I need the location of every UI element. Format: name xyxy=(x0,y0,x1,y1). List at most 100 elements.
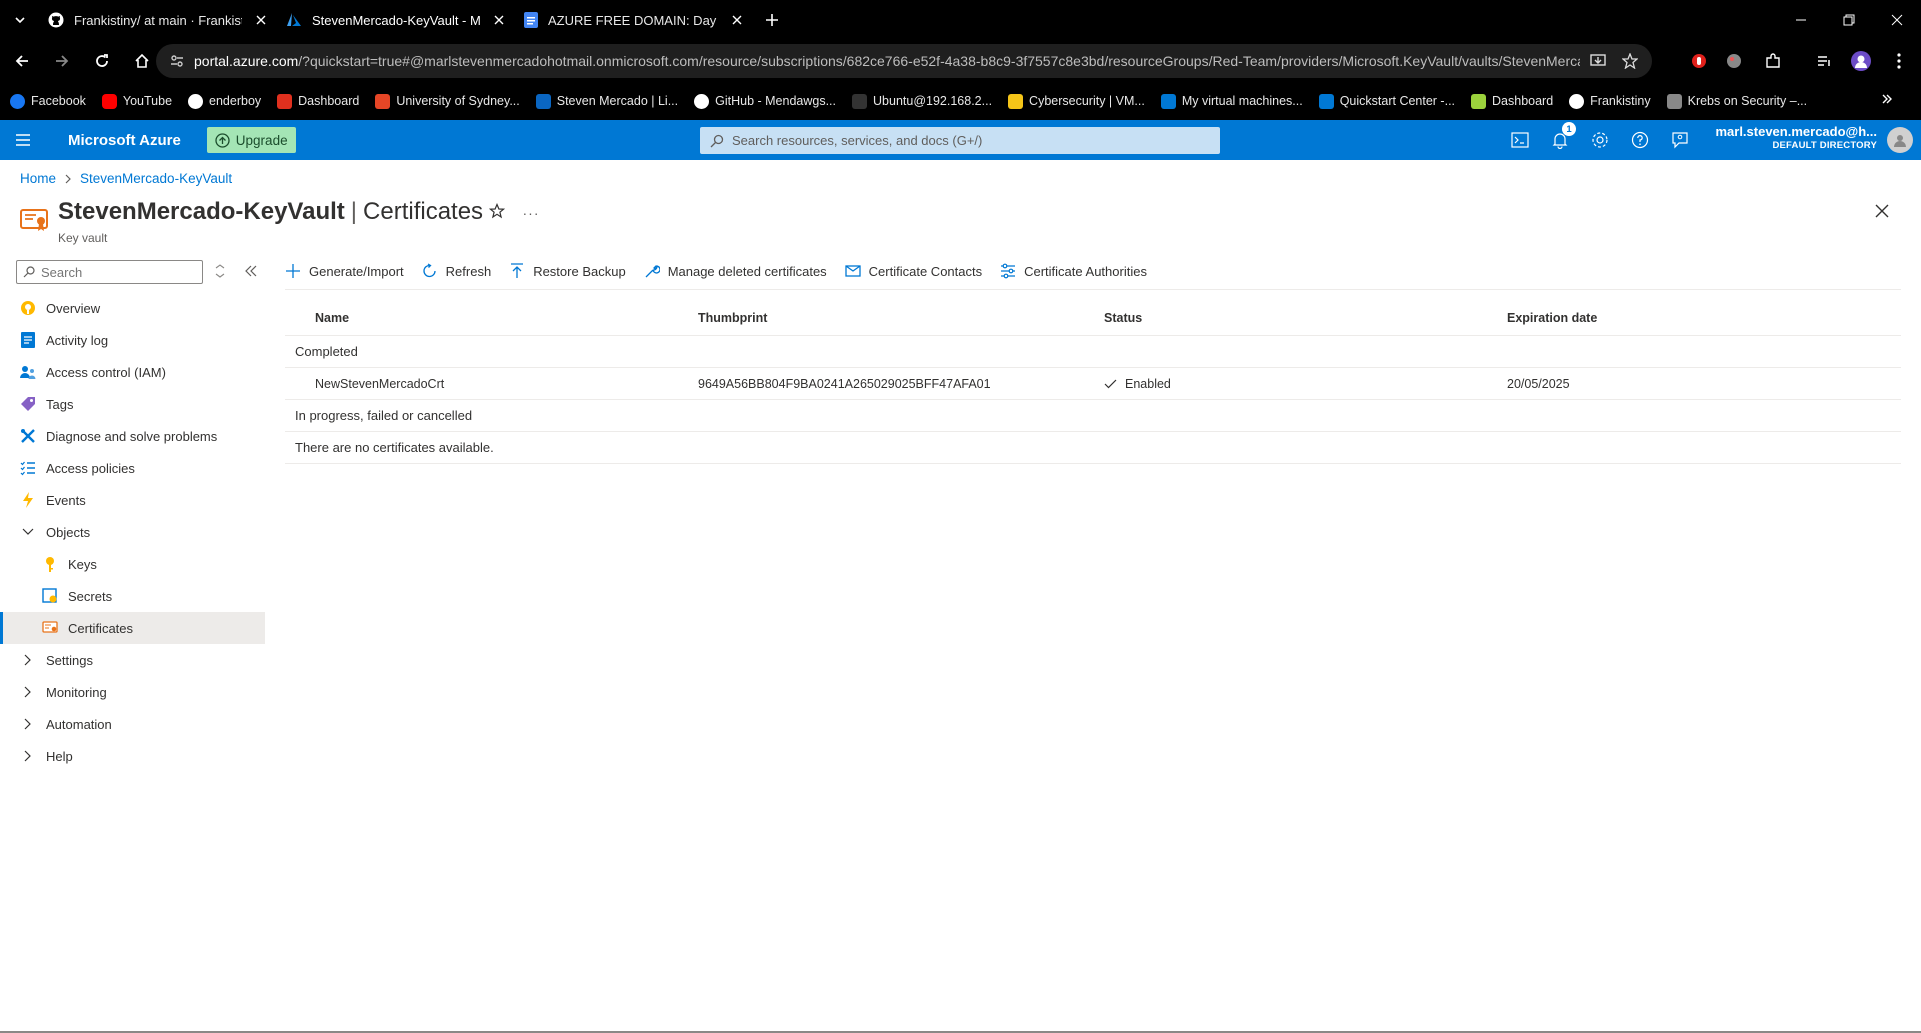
global-search-input[interactable]: Search resources, services, and docs (G+… xyxy=(700,127,1220,154)
cube-icon xyxy=(1471,93,1487,109)
restore-backup-button[interactable]: Restore Backup xyxy=(509,263,626,279)
bookmark-vms[interactable]: My virtual machines... xyxy=(1160,93,1303,109)
sidebar-item-overview[interactable]: Overview xyxy=(0,292,265,324)
sidebar-group-help[interactable]: Help xyxy=(0,740,265,772)
sidebar-item-label: Automation xyxy=(46,716,112,732)
settings-gear-icon[interactable] xyxy=(1588,128,1612,152)
sidebar-item-keys[interactable]: Keys xyxy=(0,548,265,580)
back-icon[interactable] xyxy=(4,43,40,79)
column-header-status[interactable]: Status xyxy=(1104,302,1142,334)
certificate-expiration: 20/05/2025 xyxy=(1507,377,1570,391)
favorite-star-icon[interactable] xyxy=(489,203,509,223)
more-options-icon[interactable]: ··· xyxy=(520,203,542,223)
collapse-menu-icon[interactable] xyxy=(243,264,259,278)
sidebar-item-secrets[interactable]: Secrets xyxy=(0,580,265,612)
refine-icon[interactable] xyxy=(213,264,227,278)
minimize-icon[interactable] xyxy=(1777,0,1825,40)
bookmark-krebs[interactable]: Krebs on Security –... xyxy=(1666,93,1807,109)
bookmark-youtube[interactable]: YouTube xyxy=(101,93,172,109)
cloud-shell-icon[interactable] xyxy=(1508,128,1532,152)
sidebar-item-access-policies[interactable]: Access policies xyxy=(0,452,265,484)
overview-icon xyxy=(20,300,36,316)
sidebar-group-automation[interactable]: Automation xyxy=(0,708,265,740)
column-header-name[interactable]: Name xyxy=(315,302,349,334)
extensions-puzzle-icon[interactable] xyxy=(1762,50,1784,72)
close-tab-icon[interactable] xyxy=(490,11,508,29)
table-row[interactable]: NewStevenMercadoCrt 9649A56BB804F9BA0241… xyxy=(285,368,1901,400)
browser-tab-docs[interactable]: AZURE FREE DOMAIN: Day 2 Azure xyxy=(516,0,754,40)
notifications-icon[interactable]: 1 xyxy=(1548,122,1576,152)
home-icon[interactable] xyxy=(124,43,160,79)
iam-icon xyxy=(20,364,36,380)
extension-globe-icon[interactable] xyxy=(1723,50,1745,72)
certificate-authorities-button[interactable]: Certificate Authorities xyxy=(1000,263,1147,279)
lightning-icon xyxy=(20,492,36,508)
breadcrumb-vault[interactable]: StevenMercado-KeyVault xyxy=(80,171,232,186)
bookmark-facebook[interactable]: Facebook xyxy=(10,93,86,109)
upgrade-button[interactable]: Upgrade xyxy=(206,127,296,153)
breadcrumb-home[interactable]: Home xyxy=(20,171,56,186)
profile-avatar-icon[interactable] xyxy=(1850,50,1872,72)
restore-icon[interactable] xyxy=(1825,0,1873,40)
sidebar-item-events[interactable]: Events xyxy=(0,484,265,516)
sidebar-group-monitoring[interactable]: Monitoring xyxy=(0,676,265,708)
sidebar-item-diagnose[interactable]: Diagnose and solve problems xyxy=(0,420,265,452)
bookmark-usyd[interactable]: University of Sydney... xyxy=(375,93,520,109)
generate-import-button[interactable]: Generate/Import xyxy=(285,263,404,279)
browser-menu-icon[interactable] xyxy=(1888,50,1910,72)
help-icon[interactable] xyxy=(1628,128,1652,152)
media-control-icon[interactable] xyxy=(1813,50,1835,72)
bookmark-linkedin[interactable]: Steven Mercado | Li... xyxy=(535,93,678,109)
certificate-name[interactable]: NewStevenMercadoCrt xyxy=(315,368,444,400)
account-menu[interactable]: marl.steven.mercado@h... DEFAULT DIRECTO… xyxy=(1715,125,1877,153)
krebs-icon xyxy=(1666,93,1682,109)
bookmark-github-mendawgs[interactable]: GitHub - Mendawgs... xyxy=(694,93,836,109)
azure-brand[interactable]: Microsoft Azure xyxy=(68,132,181,149)
close-window-icon[interactable] xyxy=(1873,0,1921,40)
sidebar-item-activity-log[interactable]: Activity log xyxy=(0,324,265,356)
avatar[interactable] xyxy=(1887,127,1913,153)
close-blade-icon[interactable] xyxy=(1875,204,1895,224)
close-tab-icon[interactable] xyxy=(728,11,746,29)
bookmark-enderboy[interactable]: enderboy xyxy=(188,93,261,109)
column-header-thumbprint[interactable]: Thumbprint xyxy=(698,302,767,334)
feedback-icon[interactable] xyxy=(1668,128,1692,152)
sidebar-item-label: Help xyxy=(46,748,73,764)
sidebar-group-settings[interactable]: Settings xyxy=(0,644,265,676)
resource-menu-search-input[interactable] xyxy=(41,264,191,280)
extension-red-icon[interactable] xyxy=(1688,50,1710,72)
sidebar-item-iam[interactable]: Access control (IAM) xyxy=(0,356,265,388)
sidebar-item-label: Overview xyxy=(46,300,101,316)
install-app-icon[interactable] xyxy=(1590,53,1606,69)
more-bookmarks-icon[interactable] xyxy=(1881,93,1893,105)
bookmark-dashboard[interactable]: Dashboard xyxy=(277,93,359,109)
reload-icon[interactable] xyxy=(84,43,120,79)
secret-icon xyxy=(42,588,58,604)
site-info-icon[interactable] xyxy=(170,54,184,68)
sidebar-item-label: Monitoring xyxy=(46,684,107,700)
manage-deleted-certificates-button[interactable]: Manage deleted certificates xyxy=(644,263,827,279)
bookmark-ubuntu[interactable]: Ubuntu@192.168.2... xyxy=(852,93,992,109)
resource-menu-search[interactable] xyxy=(16,260,203,284)
bookmark-quickstart[interactable]: Quickstart Center -... xyxy=(1318,93,1455,109)
certificate-contacts-button[interactable]: Certificate Contacts xyxy=(845,263,982,279)
forward-icon[interactable] xyxy=(44,43,80,79)
bookmark-dashboard-2[interactable]: Dashboard xyxy=(1471,93,1553,109)
bookmark-star-icon[interactable] xyxy=(1622,53,1638,69)
sidebar-item-tags[interactable]: Tags xyxy=(0,388,265,420)
gitlab-icon xyxy=(375,93,391,109)
browser-tab-github[interactable]: Frankistiny/ at main · Frankistiny xyxy=(40,0,278,40)
browser-tab-keyvault[interactable]: StevenMercado-KeyVault - Microsoft Azure xyxy=(278,0,516,40)
bookmark-cybersecurity[interactable]: Cybersecurity | VM... xyxy=(1008,93,1145,109)
tab-search-chevron-icon[interactable] xyxy=(0,0,40,40)
close-tab-icon[interactable] xyxy=(252,11,270,29)
sidebar-group-objects[interactable]: Objects xyxy=(0,516,265,548)
new-tab-icon[interactable] xyxy=(754,0,790,40)
refresh-button[interactable]: Refresh xyxy=(422,263,491,279)
portal-menu-icon[interactable] xyxy=(0,120,46,160)
address-bar[interactable]: portal.azure.com/?quickstart=true#@marls… xyxy=(156,44,1652,78)
bookmark-frankistiny[interactable]: Frankistiny xyxy=(1569,93,1651,109)
sidebar-item-certificates[interactable]: Certificates xyxy=(0,612,265,644)
browser-tab-title: StevenMercado-KeyVault - Microsoft Azure xyxy=(312,12,480,28)
column-header-expiration[interactable]: Expiration date xyxy=(1507,302,1597,334)
